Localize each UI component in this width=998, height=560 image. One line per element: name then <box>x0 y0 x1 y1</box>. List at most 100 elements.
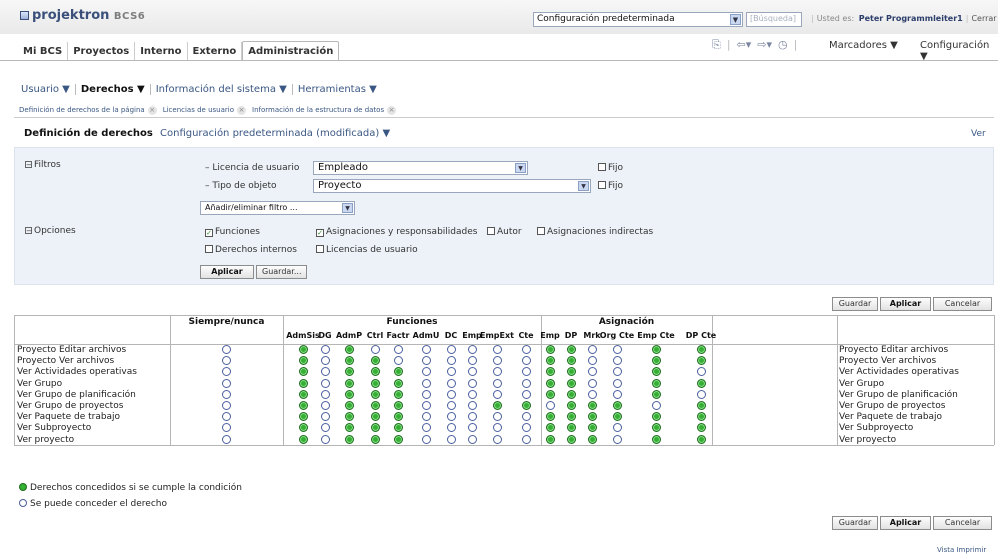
grantable-right-icon[interactable] <box>521 423 531 433</box>
option-licencias-checkbox[interactable]: Licencias de usuario <box>316 245 418 255</box>
grantable-right-icon[interactable] <box>446 389 456 399</box>
cancel-button-top[interactable]: Cancelar <box>933 297 992 311</box>
grantable-right-icon[interactable] <box>446 356 456 366</box>
grantable-right-icon[interactable] <box>467 378 477 388</box>
granted-right-icon[interactable] <box>393 423 403 433</box>
granted-right-icon[interactable] <box>612 401 622 410</box>
grantable-right-icon[interactable] <box>521 389 531 399</box>
grantable-right-icon[interactable] <box>221 378 231 388</box>
grantable-right-icon[interactable] <box>421 389 431 399</box>
menu-herramientas[interactable]: Herramientas ▼ <box>293 84 382 95</box>
close-icon[interactable]: × <box>147 106 157 115</box>
grantable-right-icon[interactable] <box>521 367 531 377</box>
bookmarks-menu[interactable]: Marcadores ▼ <box>829 40 898 51</box>
history-icon[interactable]: ◷ <box>778 38 788 52</box>
grantable-right-icon[interactable] <box>446 367 456 377</box>
tab-proyectos[interactable]: Proyectos <box>68 42 136 61</box>
granted-right-icon[interactable] <box>651 367 661 377</box>
granted-right-icon[interactable] <box>393 378 403 388</box>
user-name-link[interactable]: Peter Programmleiter1 <box>859 14 963 23</box>
grantable-right-icon[interactable] <box>545 401 555 410</box>
grantable-right-icon[interactable] <box>612 378 622 388</box>
grantable-right-icon[interactable] <box>467 345 477 354</box>
granted-right-icon[interactable] <box>393 434 403 444</box>
granted-right-icon[interactable] <box>344 401 354 410</box>
grantable-right-icon[interactable] <box>467 356 477 366</box>
apply-filter-button[interactable]: Aplicar <box>200 265 254 279</box>
forward-arrow-icon[interactable]: ⇨▾ <box>757 38 772 52</box>
granted-right-icon[interactable] <box>344 389 354 399</box>
granted-right-icon[interactable] <box>651 423 661 433</box>
granted-right-icon[interactable] <box>298 356 308 366</box>
grantable-right-icon[interactable] <box>320 412 330 422</box>
grantable-right-icon[interactable] <box>521 412 531 422</box>
granted-right-icon[interactable] <box>298 434 308 444</box>
granted-right-icon[interactable] <box>566 434 576 444</box>
grantable-right-icon[interactable] <box>492 423 502 433</box>
granted-right-icon[interactable] <box>696 412 706 422</box>
granted-right-icon[interactable] <box>566 367 576 377</box>
granted-right-icon[interactable] <box>298 345 308 354</box>
granted-right-icon[interactable] <box>651 378 661 388</box>
granted-right-icon[interactable] <box>566 345 576 354</box>
granted-right-icon[interactable] <box>566 423 576 433</box>
filters-section-toggle[interactable]: − Filtros <box>25 160 61 170</box>
grantable-right-icon[interactable] <box>446 412 456 422</box>
granted-right-icon[interactable] <box>521 401 531 410</box>
grantable-right-icon[interactable] <box>612 345 622 354</box>
page-tab[interactable]: Definición de derechos de la página × <box>19 106 157 115</box>
granted-right-icon[interactable] <box>587 434 597 444</box>
grantable-right-icon[interactable] <box>320 356 330 366</box>
granted-right-icon[interactable] <box>651 412 661 422</box>
granted-right-icon[interactable] <box>545 423 555 433</box>
granted-right-icon[interactable] <box>651 345 661 354</box>
grantable-right-icon[interactable] <box>612 356 622 366</box>
granted-right-icon[interactable] <box>344 412 354 422</box>
license-fixed-checkbox[interactable]: Fijo <box>598 163 623 173</box>
view-link[interactable]: Ver <box>971 129 986 139</box>
granted-right-icon[interactable] <box>370 434 380 444</box>
grantable-right-icon[interactable] <box>421 423 431 433</box>
granted-right-icon[interactable] <box>344 345 354 354</box>
grantable-right-icon[interactable] <box>492 378 502 388</box>
granted-right-icon[interactable] <box>370 367 380 377</box>
grantable-right-icon[interactable] <box>467 367 477 377</box>
grantable-right-icon[interactable] <box>393 356 403 366</box>
menu-derechos[interactable]: Derechos ▼ <box>76 84 151 95</box>
tab-externo[interactable]: Externo <box>188 42 243 61</box>
configuration-dropdown[interactable]: Configuración predeterminada (modificada… <box>160 128 390 139</box>
granted-right-icon[interactable] <box>370 423 380 433</box>
granted-right-icon[interactable] <box>612 412 622 422</box>
grantable-right-icon[interactable] <box>421 367 431 377</box>
granted-right-icon[interactable] <box>545 378 555 388</box>
grantable-right-icon[interactable] <box>221 401 231 410</box>
grantable-right-icon[interactable] <box>446 378 456 388</box>
granted-right-icon[interactable] <box>545 356 555 366</box>
back-arrow-icon[interactable]: ⇦▾ <box>737 38 752 52</box>
option-funciones-checkbox[interactable]: ✓ Funciones <box>205 227 260 237</box>
option-derechos-internos-checkbox[interactable]: Derechos internos <box>205 245 297 255</box>
grantable-right-icon[interactable] <box>446 345 456 354</box>
grantable-right-icon[interactable] <box>221 345 231 354</box>
grantable-right-icon[interactable] <box>370 345 380 354</box>
grantable-right-icon[interactable] <box>221 356 231 366</box>
granted-right-icon[interactable] <box>696 401 706 410</box>
save-filter-button[interactable]: Guardar... <box>256 265 307 279</box>
grantable-right-icon[interactable] <box>521 345 531 354</box>
grantable-right-icon[interactable] <box>421 378 431 388</box>
grantable-right-icon[interactable] <box>612 434 622 444</box>
close-icon[interactable]: × <box>237 106 246 115</box>
grantable-right-icon[interactable] <box>421 345 431 354</box>
grantable-right-icon[interactable] <box>612 423 622 433</box>
grantable-right-icon[interactable] <box>320 367 330 377</box>
configuration-menu[interactable]: Configuración ▼ <box>920 40 998 62</box>
granted-right-icon[interactable] <box>545 389 555 399</box>
grantable-right-icon[interactable] <box>492 389 502 399</box>
granted-right-icon[interactable] <box>566 378 576 388</box>
granted-right-icon[interactable] <box>344 367 354 377</box>
granted-right-icon[interactable] <box>393 412 403 422</box>
grantable-right-icon[interactable] <box>446 401 456 410</box>
options-section-toggle[interactable]: − Opciones <box>25 226 76 236</box>
granted-right-icon[interactable] <box>587 401 597 410</box>
granted-right-icon[interactable] <box>566 356 576 366</box>
